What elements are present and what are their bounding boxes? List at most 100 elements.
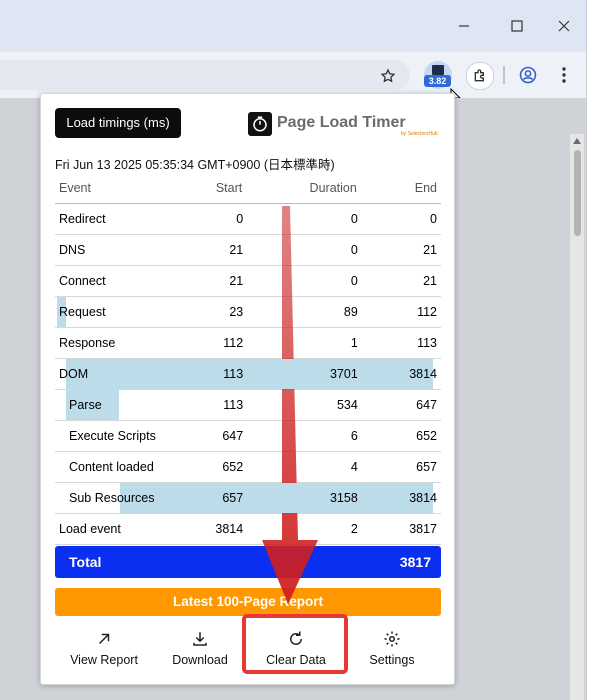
table-row: Redirect 0 0 0 (55, 203, 441, 235)
brand-subtitle: by SelectorsHub (401, 131, 438, 137)
cell-duration: 0 (243, 203, 358, 235)
cell-event: DOM (55, 358, 433, 390)
external-arrow-icon (59, 624, 149, 648)
cell-event-text: Sub Resources (69, 491, 155, 505)
cell-event: Response (55, 327, 176, 359)
cell-end: 21 (357, 234, 441, 266)
cell-end-text: 21 (423, 274, 437, 288)
close-icon[interactable] (552, 14, 576, 38)
cell-event: DNS (55, 234, 176, 266)
cell-end: 21 (357, 265, 441, 297)
gear-icon (347, 624, 437, 648)
cell-duration: 6 (243, 420, 358, 452)
cell-duration-text: 4 (350, 460, 358, 474)
cell-event-text: Load event (59, 522, 121, 536)
cell-event-text: Content loaded (69, 460, 154, 474)
address-bar[interactable] (0, 60, 410, 90)
stopwatch-icon (248, 112, 272, 136)
cell-event-text: Parse (69, 398, 102, 412)
settings-button[interactable]: Settings (347, 624, 437, 674)
cell-start-text: 652 (222, 460, 244, 474)
cell-duration: 89 (243, 296, 358, 328)
cell-end-text: 3817 (409, 522, 437, 536)
minimize-icon[interactable] (452, 14, 476, 38)
cell-event: Sub Resources (55, 482, 433, 514)
menu-kebab-icon[interactable] (556, 65, 572, 85)
profile-icon[interactable] (518, 65, 538, 85)
total-value: 3817 (399, 554, 431, 570)
download-button[interactable]: Download (155, 624, 245, 674)
scroll-up-icon[interactable] (572, 136, 582, 146)
table-row: Response 112 1 113 (55, 327, 441, 359)
cell-end-text: 21 (423, 243, 437, 257)
cell-start-text: 113 (223, 367, 244, 381)
cell-duration-text: 3701 (329, 367, 358, 381)
cell-end: 657 (357, 451, 441, 483)
cell-end: 647 (357, 389, 441, 421)
total-label: Total (69, 554, 102, 570)
cell-end-text: 647 (416, 398, 437, 412)
cell-duration-text: 534 (336, 398, 358, 412)
cell-duration: 534 (243, 389, 358, 421)
col-event: Event (55, 172, 176, 204)
cell-start: 21 (175, 234, 244, 266)
cell-event-text: Response (59, 336, 116, 350)
table-row: DNS 21 0 21 (55, 234, 441, 266)
cell-start-text: 3814 (215, 522, 244, 536)
cell-event-text: Redirect (59, 212, 106, 226)
cell-start: 112 (175, 327, 244, 359)
table-row: Content loaded 652 4 657 (55, 451, 441, 483)
cell-end-text: 657 (416, 460, 437, 474)
cell-end-text: 112 (417, 305, 437, 319)
cell-duration-text: 0 (350, 274, 358, 288)
cell-start: 652 (175, 451, 244, 483)
cell-start-text: 0 (236, 212, 244, 226)
cell-duration: 4 (243, 451, 358, 483)
cell-event: Connect (55, 265, 176, 297)
cell-start: 113 (175, 389, 244, 421)
cell-event: Load event (55, 513, 176, 545)
cell-start-text: 112 (223, 336, 244, 350)
cell-start-text: 21 (229, 274, 244, 288)
cell-end: 3817 (357, 513, 441, 545)
brand-title: Page Load Timer (277, 114, 406, 131)
view-report-button[interactable]: View Report (59, 624, 149, 674)
cell-event-text: DOM (59, 367, 89, 381)
cell-event-text: Request (59, 305, 106, 319)
cell-duration-text: 0 (350, 243, 358, 257)
table-header: Event Start Duration End (55, 172, 441, 204)
puzzle-icon[interactable] (466, 62, 494, 90)
timings-table: Event Start Duration End Redirect 0 0 0 DNS 2… (55, 172, 441, 545)
table-row: Sub Resources 657 3158 3814 (55, 482, 441, 514)
cell-end-text: 3814 (409, 367, 437, 381)
col-start: Start (175, 172, 244, 204)
cell-duration: 0 (243, 234, 358, 266)
cell-event-text: Execute Scripts (69, 429, 156, 443)
cell-event-text: DNS (59, 243, 86, 257)
cell-start: 23 (175, 296, 244, 328)
cell-start-text: 23 (229, 305, 244, 319)
timeline-bar (66, 359, 433, 389)
cell-end: 652 (357, 420, 441, 452)
cell-start-text: 647 (222, 429, 244, 443)
cell-duration-text: 89 (343, 305, 358, 319)
cell-duration-text: 2 (350, 522, 358, 536)
latest-report-button[interactable]: Latest 100-Page Report (55, 588, 441, 616)
load-timings-tab[interactable]: Load timings (ms) (55, 108, 181, 138)
cell-event: Execute Scripts (55, 420, 176, 452)
view-report-label: View Report (70, 653, 138, 667)
scrollbar-thumb[interactable] (574, 150, 581, 236)
col-end: End (357, 172, 441, 204)
cell-duration-text: 6 (350, 429, 358, 443)
cell-start: 0 (175, 203, 244, 235)
cell-duration: 2 (243, 513, 358, 545)
table-row: Parse 113 534 647 (55, 389, 441, 421)
report-timestamp: Fri Jun 13 2025 05:35:34 GMT+0900 (日本標準時… (55, 158, 335, 172)
cell-event: Parse (55, 389, 176, 421)
extension-popup: Load timings (ms) Page Load Timer by Sel… (40, 93, 455, 685)
maximize-icon[interactable] (505, 14, 529, 38)
star-icon[interactable] (378, 66, 398, 86)
cell-end: 0 (357, 203, 441, 235)
cell-start-text: 113 (223, 398, 244, 412)
table-row: Request 23 89 112 (55, 296, 441, 328)
